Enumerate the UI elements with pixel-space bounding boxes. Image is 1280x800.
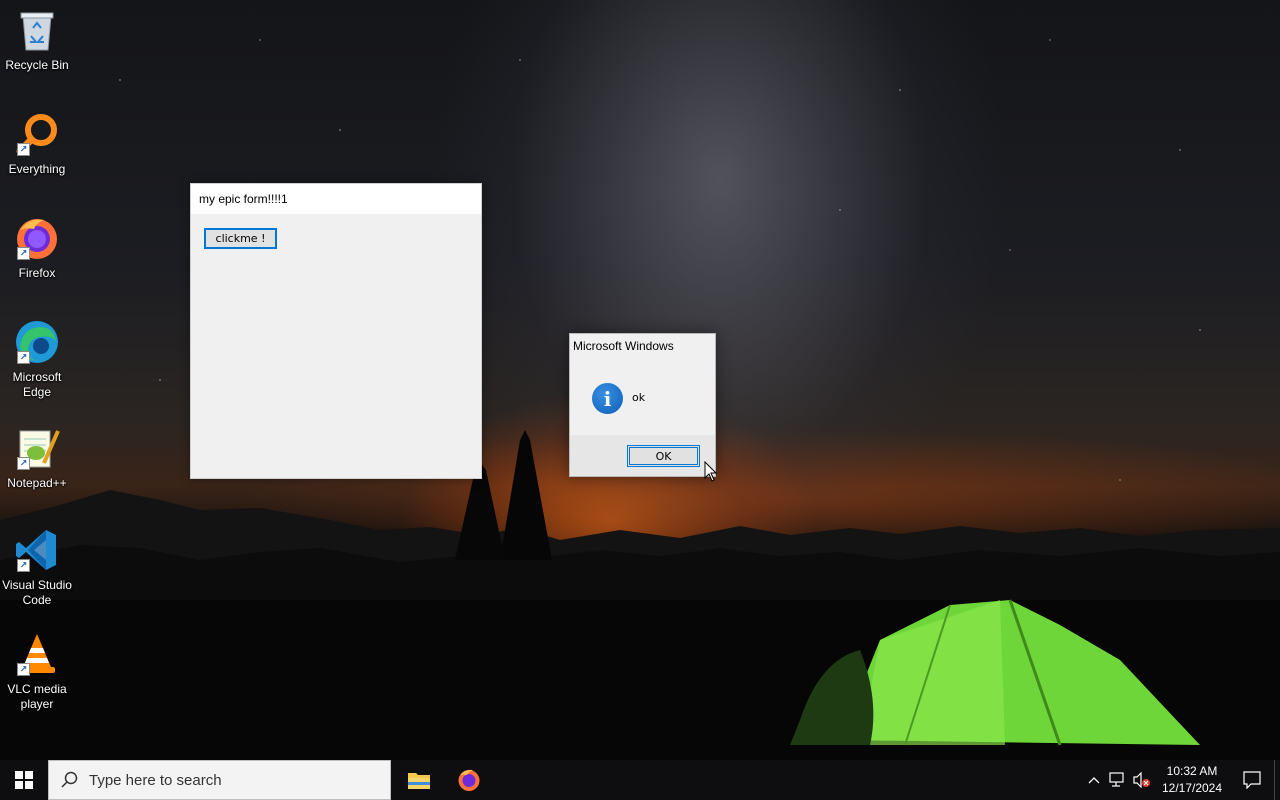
network-icon[interactable] (1106, 760, 1130, 800)
taskbar-clock[interactable]: 10:32 AM 12/17/2024 (1154, 763, 1230, 797)
message-box-body: i ok (570, 358, 715, 436)
desktop-icon-label: Firefox (18, 266, 56, 280)
message-box-titlebar[interactable]: Microsoft Windows (570, 334, 715, 358)
mouse-cursor-icon (704, 461, 718, 482)
desktop-icon-firefox[interactable]: ↗ Firefox (0, 214, 74, 281)
clickme-button[interactable]: clickme ! (204, 228, 277, 249)
message-box-title: Microsoft Windows (573, 339, 674, 353)
taskbar-file-explorer[interactable] (395, 760, 443, 800)
taskbar-search-box[interactable]: Type here to search (48, 760, 391, 800)
firefox-icon: ↗ (13, 214, 61, 262)
volume-muted-icon[interactable] (1130, 760, 1154, 800)
file-explorer-icon (408, 773, 430, 789)
shortcut-arrow-icon: ↗ (17, 457, 30, 470)
shortcut-arrow-icon: ↗ (17, 247, 30, 260)
message-box-dialog[interactable]: Microsoft Windows i ok OK (569, 333, 716, 477)
information-icon: i (592, 383, 623, 414)
message-box-footer: OK (570, 435, 715, 476)
desktop-icon-vscode[interactable]: ↗ Visual Studio Code (0, 526, 74, 608)
taskbar-firefox[interactable] (445, 760, 493, 800)
desktop-icon-label: Microsoft Edge (12, 370, 62, 399)
desktop-icon-label: Everything (8, 162, 66, 176)
recycle-bin-icon (13, 6, 61, 54)
show-hidden-icons-chevron-icon[interactable] (1082, 760, 1106, 800)
desktop-icon-everything[interactable]: ↗ Everything (0, 110, 74, 177)
desktop-icon-notepadpp[interactable]: ↗ Notepad++ (0, 424, 74, 491)
taskbar: Type here to search 10:32 AM 12/17/2024 (0, 760, 1280, 800)
shortcut-arrow-icon: ↗ (17, 663, 30, 676)
desktop-icon-edge[interactable]: ↗ Microsoft Edge (0, 318, 74, 400)
start-button[interactable] (0, 760, 48, 800)
message-text: ok (632, 391, 646, 404)
notepadpp-icon: ↗ (13, 424, 61, 472)
search-placeholder: Type here to search (89, 771, 222, 789)
desktop-icon-recycle-bin[interactable]: Recycle Bin (0, 6, 74, 73)
desktop-icon-vlc[interactable]: ↗ VLC media player (0, 630, 74, 712)
epic-form-window[interactable]: my epic form!!!!1 clickme ! (190, 183, 482, 479)
show-desktop-button[interactable] (1274, 760, 1280, 800)
form-title: my epic form!!!!1 (199, 192, 288, 206)
shortcut-arrow-icon: ↗ (17, 143, 30, 156)
search-icon (61, 771, 78, 788)
windows-logo-icon (15, 771, 33, 789)
system-tray: 10:32 AM 12/17/2024 (1082, 760, 1280, 800)
firefox-icon (458, 769, 480, 791)
notification-icon (1243, 771, 1261, 789)
clock-date: 12/17/2024 (1161, 781, 1223, 795)
desktop-icon-label: Notepad++ (7, 476, 67, 490)
vscode-icon: ↗ (13, 526, 61, 574)
shortcut-arrow-icon: ↗ (17, 351, 30, 364)
ok-button[interactable]: OK (627, 445, 700, 467)
action-center-button[interactable] (1230, 760, 1274, 800)
desktop-icon-label: VLC media player (7, 682, 67, 711)
form-titlebar[interactable]: my epic form!!!!1 (191, 184, 481, 214)
shortcut-arrow-icon: ↗ (17, 559, 30, 572)
vlc-icon: ↗ (13, 630, 61, 678)
desktop-icon-label: Recycle Bin (5, 58, 69, 72)
clock-time: 10:32 AM (1166, 764, 1218, 778)
edge-icon: ↗ (13, 318, 61, 366)
desktop-icon-label: Visual Studio Code (2, 578, 72, 607)
everything-search-icon: ↗ (13, 110, 61, 158)
